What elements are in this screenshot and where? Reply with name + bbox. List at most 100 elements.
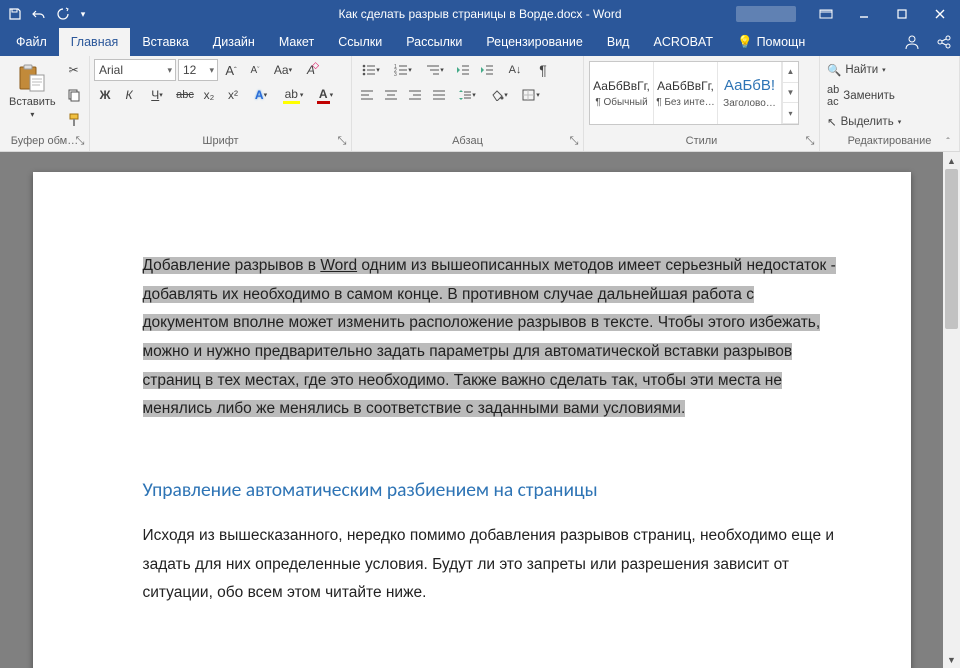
shrink-font-button[interactable]: Aˇ (244, 59, 266, 81)
line-spacing-icon (458, 89, 472, 101)
copy-icon (67, 88, 81, 102)
find-label: Найти (845, 64, 878, 76)
line-spacing-button[interactable]: ▾ (452, 84, 482, 106)
tab-insert[interactable]: Вставка (130, 28, 200, 56)
styles-down-icon[interactable]: ▼ (783, 83, 798, 104)
save-icon[interactable] (4, 3, 26, 25)
close-icon[interactable] (924, 3, 956, 25)
maximize-icon[interactable] (886, 3, 918, 25)
redo-icon[interactable] (52, 3, 74, 25)
underline-label: Ч (151, 88, 159, 102)
multilevel-list-button[interactable]: ▾ (420, 59, 450, 81)
tab-file[interactable]: Файл (4, 28, 59, 56)
scroll-down-icon[interactable]: ▼ (943, 651, 960, 668)
borders-button[interactable]: ▾ (516, 84, 546, 106)
strikethrough-button[interactable]: abc (174, 84, 196, 106)
account-placeholder (736, 6, 796, 22)
qat-dropdown-icon[interactable]: ▾ (76, 3, 90, 25)
style-sample: АаБбВвГг, (593, 79, 650, 93)
paste-button[interactable]: Вставить▾ (4, 59, 61, 124)
decrease-indent-button[interactable] (452, 59, 474, 81)
numbering-button[interactable]: 123▾ (388, 59, 418, 81)
lightbulb-icon: 💡 (737, 35, 753, 50)
cut-button[interactable]: ✂ (63, 59, 85, 81)
tab-review[interactable]: Рецензирование (474, 28, 595, 56)
tab-mailings[interactable]: Рассылки (394, 28, 474, 56)
underline-button[interactable]: Ч▾ (142, 84, 172, 106)
selected-link[interactable]: Word (320, 257, 357, 274)
clear-formatting-button[interactable]: A◇ (300, 59, 322, 81)
style-name: ¶ Без инте… (656, 97, 715, 108)
select-button[interactable]: ↖Выделить▾ (824, 113, 904, 131)
group-clipboard: Вставить▾ ✂ Буфер обм…⤡ (0, 56, 90, 151)
increase-indent-button[interactable] (476, 59, 498, 81)
tab-layout[interactable]: Макет (267, 28, 326, 56)
signin-icon[interactable] (896, 28, 928, 56)
paste-icon (16, 62, 48, 94)
style-heading1[interactable]: АаБбВ! Заголово… (718, 62, 782, 124)
tab-design[interactable]: Дизайн (201, 28, 267, 56)
doc-body-paragraph[interactable]: Исходя из вышесказанного, нередко помимо… (143, 522, 841, 608)
group-font: Arial 12 Aˆ Aˇ Aa▾ A◇ Ж К Ч▾ abc x₂ x² A… (90, 56, 352, 151)
paragraph-launcher-icon[interactable]: ⤡ (568, 135, 580, 147)
font-size-combo[interactable]: 12 (178, 59, 218, 81)
replace-button[interactable]: abacЗаменить (824, 82, 904, 110)
align-justify-button[interactable] (428, 84, 450, 106)
find-button[interactable]: 🔍Найти▾ (824, 61, 904, 79)
tab-view[interactable]: Вид (595, 28, 642, 56)
search-icon: 🔍 (827, 63, 841, 77)
bullets-button[interactable]: ▾ (356, 59, 386, 81)
tell-me[interactable]: 💡Помощн (725, 28, 817, 56)
text-effects-button[interactable]: A▾ (246, 84, 276, 106)
outdent-icon (456, 64, 470, 76)
styles-up-icon[interactable]: ▲ (783, 62, 798, 83)
ribbon-options-icon[interactable] (810, 3, 842, 25)
styles-more-icon[interactable]: ▾ (783, 103, 798, 124)
share-icon[interactable] (928, 28, 960, 56)
bold-button[interactable]: Ж (94, 84, 116, 106)
undo-icon[interactable] (28, 3, 50, 25)
tab-acrobat[interactable]: ACROBAT (641, 28, 725, 56)
style-normal[interactable]: АаБбВвГг, ¶ Обычный (590, 62, 654, 124)
style-sample: АаБбВвГг, (657, 79, 714, 93)
window-controls (736, 3, 956, 25)
align-center-button[interactable] (380, 84, 402, 106)
format-painter-button[interactable] (63, 109, 85, 131)
tab-home[interactable]: Главная (59, 28, 131, 56)
style-name: Заголово… (720, 98, 779, 109)
style-no-spacing[interactable]: АаБбВвГг, ¶ Без инте… (654, 62, 718, 124)
doc-heading[interactable]: Управление автоматическим разбиением на … (143, 472, 841, 508)
document-page[interactable]: Добавление разрывов в Word одним из выше… (33, 172, 911, 668)
font-name-combo[interactable]: Arial (94, 59, 176, 81)
subscript-button[interactable]: x₂ (198, 84, 220, 106)
change-case-button[interactable]: Aa▾ (268, 59, 298, 81)
paint-bucket-icon (490, 89, 504, 101)
show-marks-button[interactable]: ¶ (532, 59, 554, 81)
align-justify-icon (432, 89, 446, 101)
grow-font-button[interactable]: Aˆ (220, 59, 242, 81)
copy-button[interactable] (63, 84, 85, 106)
minimize-icon[interactable] (848, 3, 880, 25)
scroll-track[interactable] (943, 169, 960, 651)
italic-button[interactable]: К (118, 84, 140, 106)
indent-icon (480, 64, 494, 76)
styles-launcher-icon[interactable]: ⤡ (804, 135, 816, 147)
superscript-button[interactable]: x² (222, 84, 244, 106)
scroll-thumb[interactable] (945, 169, 958, 329)
align-left-button[interactable] (356, 84, 378, 106)
document-viewport[interactable]: Добавление разрывов в Word одним из выше… (0, 152, 943, 668)
font-color-button[interactable]: A▾ (310, 84, 340, 106)
shading-button[interactable]: ▾ (484, 84, 514, 106)
scroll-up-icon[interactable]: ▲ (943, 152, 960, 169)
sort-button[interactable]: A↓ (500, 59, 530, 81)
align-right-button[interactable] (404, 84, 426, 106)
group-styles: АаБбВвГг, ¶ Обычный АаБбВвГг, ¶ Без инте… (584, 56, 820, 151)
clipboard-launcher-icon[interactable]: ⤡ (74, 135, 86, 147)
collapse-ribbon-icon[interactable]: ˆ (940, 135, 956, 149)
highlight-button[interactable]: ab▾ (278, 84, 308, 106)
selected-text-post: одним из вышеописанных методов имеет сер… (143, 257, 836, 417)
borders-icon (522, 89, 536, 101)
tab-references[interactable]: Ссылки (326, 28, 394, 56)
selected-paragraph[interactable]: Добавление разрывов в Word одним из выше… (143, 252, 841, 424)
font-launcher-icon[interactable]: ⤡ (336, 135, 348, 147)
